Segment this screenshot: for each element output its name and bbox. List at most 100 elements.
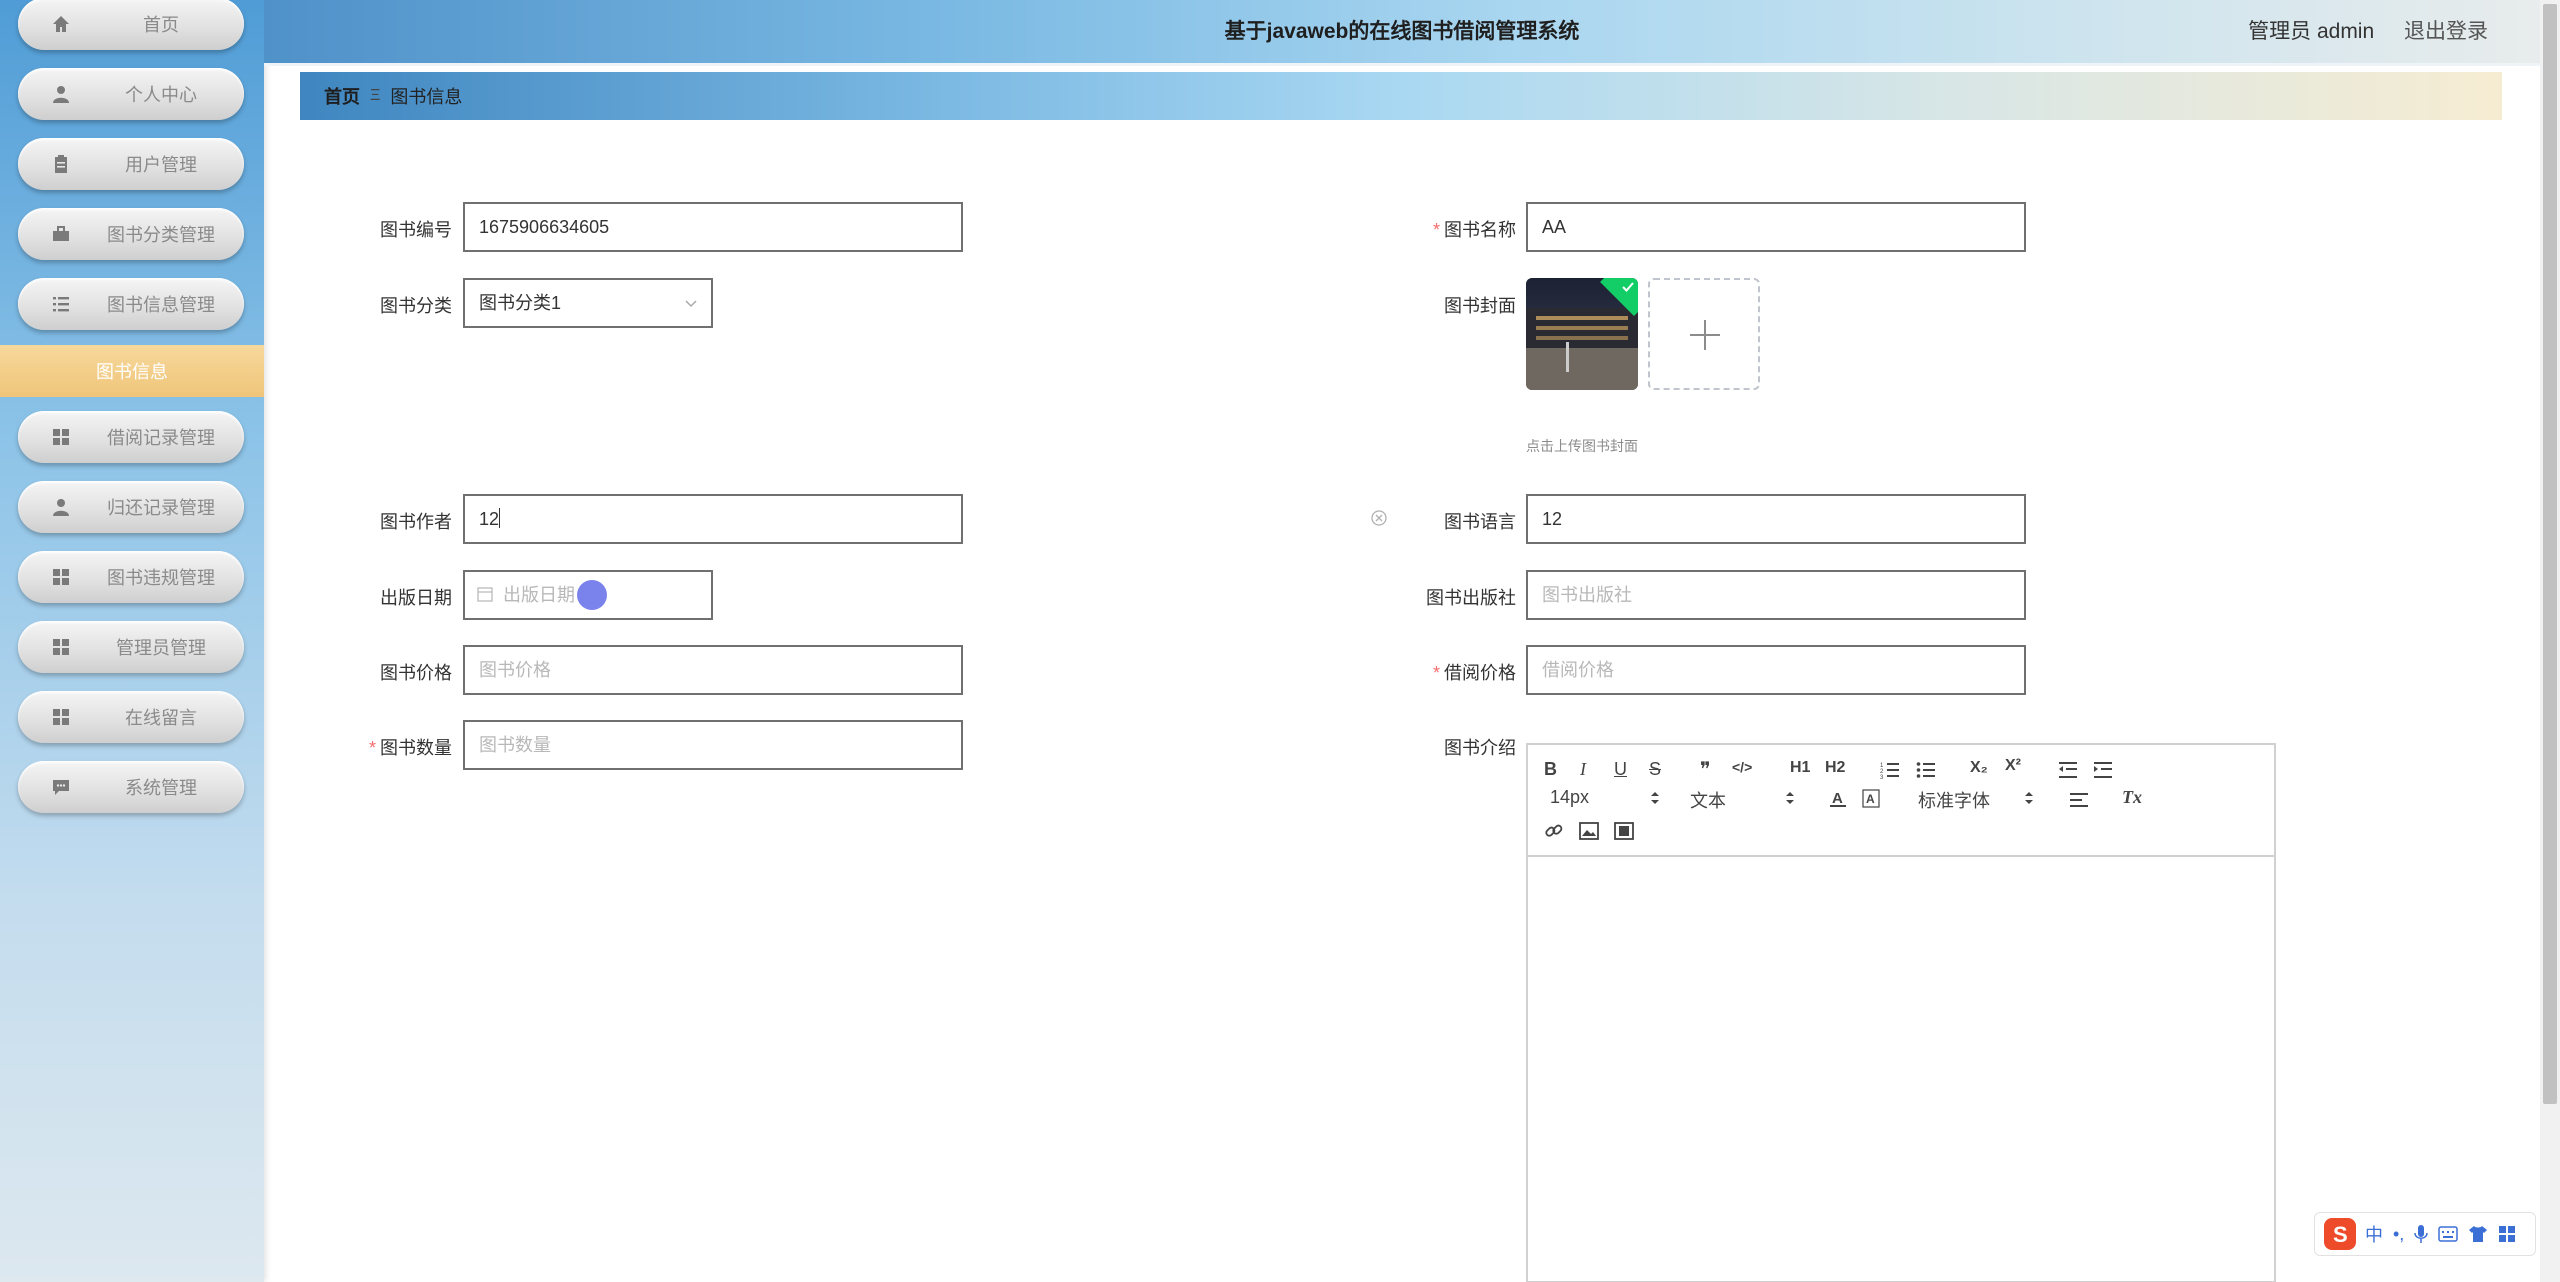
briefcase-icon — [53, 226, 69, 241]
person-icon — [53, 499, 69, 516]
home-icon — [53, 16, 69, 32]
admin-info: 管理员 admin 退出登录 — [2248, 15, 2488, 45]
ordered-list-icon[interactable]: 123 — [1880, 760, 1900, 780]
author-input[interactable]: 12 — [463, 494, 963, 544]
sidebar-item-system[interactable]: 系统管理 — [18, 761, 244, 813]
code-button[interactable]: </> — [1732, 759, 1752, 775]
borrow-price-input[interactable]: 借阅价格 — [1526, 645, 2026, 695]
grid-icon — [53, 709, 69, 725]
sidebar-item-label: 借阅记录管理 — [107, 428, 215, 448]
publish-date-picker[interactable]: 出版日期 — [463, 570, 713, 620]
person-icon — [53, 86, 69, 103]
sidebar-item-label: 图书违规管理 — [107, 568, 215, 588]
cover-upload-button[interactable] — [1648, 278, 1760, 390]
publisher-label: 图书出版社 — [1426, 588, 1516, 608]
quantity-input[interactable]: 图书数量 — [463, 720, 963, 770]
cursor-indicator — [577, 580, 607, 610]
price-label: 图书价格 — [380, 663, 452, 683]
h1-button[interactable]: H1 — [1790, 759, 1810, 777]
quantity-label: * 图书数量 — [368, 738, 452, 758]
logout-link[interactable]: 退出登录 — [2404, 20, 2488, 43]
sidebar-item-book-info[interactable]: 图书信息管理 — [18, 278, 244, 330]
indent-icon[interactable] — [2093, 760, 2113, 780]
top-header: 基于javaweb的在线图书借阅管理系统 管理员 admin 退出登录 — [264, 0, 2540, 66]
underline-button[interactable]: U — [1614, 759, 1627, 780]
keyboard-icon[interactable] — [2438, 1226, 2459, 1242]
breadcrumb-home[interactable]: 首页 — [324, 83, 360, 109]
language-input[interactable]: 12 — [1526, 494, 2026, 544]
sidebar-item-borrow-records[interactable]: 借阅记录管理 — [18, 411, 244, 463]
editor-toolbar: B I U S ❞ </> H1 H2 123 X₂ X² 14px 文本 A … — [1528, 745, 2274, 857]
chevron-down-icon — [685, 300, 697, 308]
background-color-icon[interactable]: A — [1862, 789, 1880, 809]
sidebar-item-home[interactable]: 首页 — [18, 0, 244, 50]
sidebar-item-admins[interactable]: 管理员管理 — [18, 621, 244, 673]
ime-toolbar: S 中 •, — [2314, 1212, 2536, 1256]
sidebar-item-users[interactable]: 用户管理 — [18, 138, 244, 190]
text-style-select[interactable]: 文本 — [1690, 787, 1795, 813]
align-icon[interactable] — [2069, 791, 2089, 809]
grid-icon — [53, 569, 69, 585]
category-select[interactable]: 图书分类1 — [463, 278, 713, 328]
bold-button[interactable]: B — [1544, 759, 1557, 780]
category-label: 图书分类 — [380, 296, 452, 316]
svg-text:3: 3 — [1880, 775, 1884, 780]
scrollbar-thumb[interactable] — [2543, 4, 2557, 1104]
sidebar-item-messages[interactable]: 在线留言 — [18, 691, 244, 743]
clear-format-button[interactable]: Tx — [2122, 787, 2142, 808]
cover-image[interactable] — [1526, 278, 1638, 390]
sidebar-item-book-category[interactable]: 图书分类管理 — [18, 208, 244, 260]
font-size-select[interactable]: 14px — [1550, 787, 1660, 808]
updown-icon — [1651, 792, 1659, 804]
bullet-list-icon[interactable] — [1916, 760, 1936, 780]
borrow-price-label: * 借阅价格 — [1432, 663, 1516, 683]
publish-date-placeholder: 出版日期 — [503, 585, 575, 605]
updown-icon — [2025, 792, 2033, 804]
svg-text:A: A — [1866, 792, 1875, 806]
breadcrumb: 首页 Ξ 图书信息 — [300, 72, 2502, 120]
grid-icon — [53, 429, 69, 445]
strike-button[interactable]: S — [1649, 759, 1661, 780]
author-label: 图书作者 — [380, 512, 452, 532]
link-icon[interactable] — [1544, 821, 1564, 841]
book-name-label: * 图书名称 — [1432, 220, 1516, 240]
video-icon[interactable] — [1614, 822, 1634, 840]
punctuation-icon[interactable]: •, — [2393, 1224, 2404, 1245]
book-no-input[interactable]: 1675906634605 — [463, 202, 963, 252]
sidebar-item-profile[interactable]: 个人中心 — [18, 68, 244, 120]
editor-content-area[interactable] — [1528, 857, 2274, 1277]
intro-label: 图书介绍 — [1444, 738, 1516, 758]
sidebar-item-label: 管理员管理 — [116, 638, 206, 658]
image-icon[interactable] — [1579, 822, 1599, 840]
sidebar-item-label: 首页 — [143, 15, 179, 35]
plus-icon — [1690, 320, 1720, 350]
sidebar-item-label: 归还记录管理 — [107, 498, 215, 518]
sidebar-item-violations[interactable]: 图书违规管理 — [18, 551, 244, 603]
page-scrollbar[interactable] — [2540, 0, 2560, 1282]
skin-icon[interactable] — [2468, 1225, 2488, 1243]
font-family-select[interactable]: 标准字体 — [1918, 787, 2034, 813]
price-input[interactable]: 图书价格 — [463, 645, 963, 695]
sidebar-item-label: 用户管理 — [125, 155, 197, 175]
ime-language-toggle[interactable]: 中 — [2365, 1221, 2383, 1247]
sidebar-subitem-book-info[interactable]: 图书信息 — [0, 345, 264, 397]
list-icon — [53, 297, 69, 312]
sogou-logo-icon[interactable]: S — [2323, 1217, 2357, 1251]
sidebar-item-label: 图书信息管理 — [107, 295, 215, 315]
check-icon — [1622, 282, 1634, 292]
publisher-input[interactable]: 图书出版社 — [1526, 570, 2026, 620]
font-color-icon[interactable]: A — [1829, 789, 1847, 809]
sidebar-item-return-records[interactable]: 归还记录管理 — [18, 481, 244, 533]
h2-button[interactable]: H2 — [1825, 759, 1845, 777]
book-no-label: 图书编号 — [380, 220, 452, 240]
microphone-icon[interactable] — [2414, 1224, 2429, 1244]
subscript-button[interactable]: X₂ — [1970, 759, 1988, 777]
quote-button[interactable]: ❞ — [1700, 757, 1711, 782]
italic-button[interactable]: I — [1580, 759, 1586, 780]
superscript-button[interactable]: X² — [2005, 757, 2021, 775]
outdent-icon[interactable] — [2058, 760, 2078, 780]
updown-icon — [1786, 792, 1794, 804]
book-name-input[interactable]: AA — [1526, 202, 2026, 252]
toolbox-icon[interactable] — [2498, 1225, 2516, 1243]
site-title: 基于javaweb的在线图书借阅管理系统 — [1224, 20, 1580, 43]
